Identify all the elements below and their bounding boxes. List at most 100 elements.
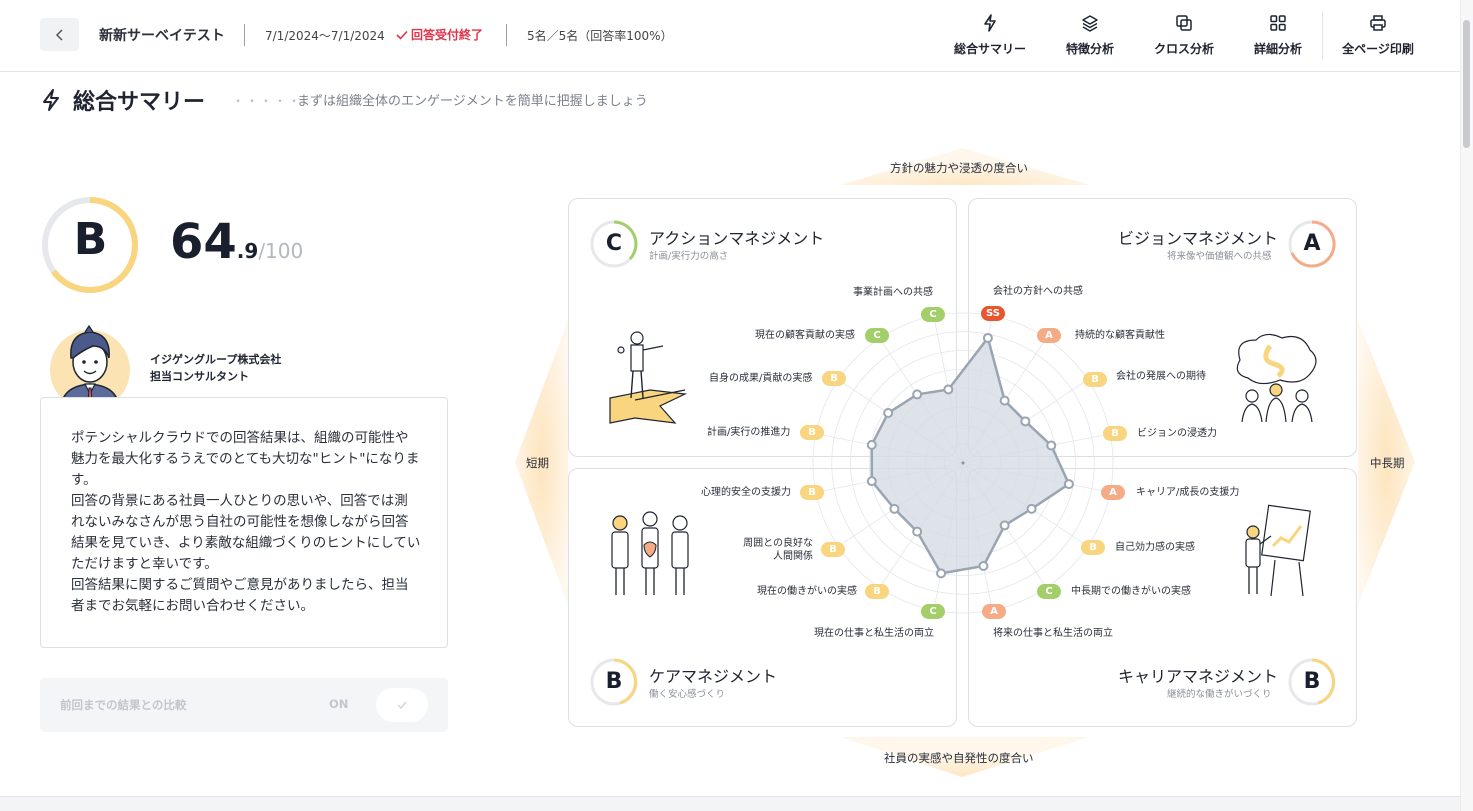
consultant-message-box: ポテンシャルクラウドでの回答結果は、組織の可能性や魅力を最大化するうえでのとても… bbox=[40, 397, 448, 648]
message-paragraph: 回答結果に関するご質問やご意見がありましたら、担当者までお気軽にお問い合わせくだ… bbox=[71, 577, 409, 614]
survey-name: 新新サーベイテスト bbox=[99, 28, 225, 44]
radar-point[interactable] bbox=[866, 476, 877, 487]
check-icon bbox=[396, 30, 408, 40]
radar-grade-badge: A bbox=[982, 604, 1006, 619]
radar-label: 周囲との良好な人間関係 bbox=[743, 538, 813, 562]
nav-features[interactable]: 特徴分析 bbox=[1064, 14, 1116, 60]
bolt-icon bbox=[984, 14, 996, 32]
radar-point[interactable] bbox=[912, 389, 923, 400]
care-title: ケアマネジメント bbox=[649, 667, 778, 686]
title-dots: ・・・・・ bbox=[232, 94, 303, 108]
status-text: 回答受付終了 bbox=[411, 28, 484, 42]
radar-label: 事業計画への共感 bbox=[853, 287, 933, 298]
radar-label: 自己効力感の実感 bbox=[1115, 542, 1195, 553]
layers-icon bbox=[1082, 15, 1098, 32]
overall-score: 64.9/100 bbox=[170, 214, 303, 270]
radar-point[interactable] bbox=[982, 332, 993, 343]
overall-grade: B bbox=[73, 214, 108, 265]
radar-label: 自身の成果/貢献の実感 bbox=[709, 373, 813, 384]
radar-point[interactable] bbox=[936, 568, 947, 579]
radar-grade-badge: C bbox=[865, 328, 889, 343]
axis-label-right: 中長期 bbox=[1370, 456, 1405, 470]
radar-center bbox=[961, 461, 965, 465]
radar-label: 現在の顧客貢献の実感 bbox=[755, 330, 855, 341]
radar-grade-badge: B bbox=[865, 584, 889, 599]
radar-point[interactable] bbox=[1020, 416, 1031, 427]
radar-point[interactable] bbox=[866, 439, 877, 450]
career-subtitle: 継続的な働きがいづくり bbox=[1167, 689, 1272, 700]
score-max: /100 bbox=[258, 239, 304, 263]
radar-point[interactable] bbox=[1046, 440, 1057, 451]
radar-grade-badge: A bbox=[1037, 328, 1061, 343]
printer-icon bbox=[1370, 15, 1386, 31]
radar-point[interactable] bbox=[978, 560, 989, 571]
overlap-squares-icon bbox=[1176, 15, 1192, 31]
radar-point[interactable] bbox=[1026, 503, 1037, 514]
vision-title: ビジョンマネジメント bbox=[1118, 229, 1279, 248]
consultant-message: ポテンシャルクラウドでの回答結果は、組織の可能性や魅力を最大化するうえでのとても… bbox=[71, 428, 421, 617]
back-button[interactable] bbox=[40, 18, 79, 51]
compare-previous-row: 前回までの結果との比較 ON bbox=[40, 678, 448, 732]
nav-label: 全ページ印刷 bbox=[1342, 42, 1414, 56]
radar-point[interactable] bbox=[1063, 479, 1074, 490]
scrollbar-thumb[interactable] bbox=[1463, 20, 1470, 148]
grid-icon bbox=[1270, 15, 1286, 31]
header-divider bbox=[244, 24, 245, 46]
survey-period: 7/1/2024〜7/1/2024 bbox=[265, 29, 385, 43]
chevron-left-icon bbox=[55, 28, 63, 41]
radar-label: 中長期での働きがいの実感 bbox=[1071, 586, 1191, 597]
check-icon bbox=[397, 701, 407, 710]
axis-label-bottom: 社員の実感や自発性の度合い bbox=[884, 751, 1034, 765]
radar-label: ビジョンの浸透力 bbox=[1137, 428, 1217, 439]
radar-point[interactable] bbox=[999, 520, 1010, 531]
score-integer: 64 bbox=[170, 214, 237, 270]
bolt-icon bbox=[43, 89, 59, 111]
radar-grade-badge: B bbox=[1081, 540, 1105, 555]
care-grade: B bbox=[605, 669, 623, 694]
nav-detail[interactable]: 詳細分析 bbox=[1252, 14, 1304, 60]
compare-state: ON bbox=[329, 697, 349, 711]
message-paragraph: 回答の背景にある社員一人ひとりの思いや、回答では測れないみなさんが思う自社の可能… bbox=[71, 493, 421, 572]
nav-label: 総合サマリー bbox=[953, 42, 1026, 56]
radar-label: 現在の仕事と私生活の両立 bbox=[814, 628, 934, 639]
radar-label: 会社の発展への期待 bbox=[1116, 371, 1206, 382]
career-illustration bbox=[1245, 504, 1311, 597]
axis-label-top: 方針の魅力や浸透の度合い bbox=[890, 161, 1028, 175]
page-title: 総合サマリー bbox=[73, 90, 206, 115]
radar-label: 将来の仕事と私生活の両立 bbox=[993, 628, 1113, 639]
compare-label: 前回までの結果との比較 bbox=[60, 698, 187, 712]
radar-grade-badge: B bbox=[1083, 372, 1107, 387]
nav-print-all[interactable]: 全ページ印刷 bbox=[1340, 14, 1416, 60]
career-grade: B bbox=[1303, 669, 1321, 694]
radar-point[interactable] bbox=[999, 395, 1010, 406]
radar-label: キャリア/成長の支援力 bbox=[1136, 487, 1240, 498]
radar-label: 心理的安全の支援力 bbox=[701, 487, 791, 498]
vision-grade: A bbox=[1303, 231, 1321, 256]
radar-point[interactable] bbox=[889, 503, 900, 514]
vision-illustration bbox=[1236, 333, 1317, 423]
radar-grade-badge: B bbox=[800, 425, 824, 440]
nav-summary[interactable]: 総合サマリー bbox=[953, 14, 1027, 60]
radar-grade-badge: C bbox=[921, 307, 945, 322]
radar-label: 会社の方針への共感 bbox=[993, 286, 1083, 297]
consultant-role: 担当コンサルタント bbox=[150, 370, 249, 383]
vision-subtitle: 将来像や価値観への共感 bbox=[1167, 251, 1272, 262]
radar-point[interactable] bbox=[912, 526, 923, 537]
compare-toggle[interactable] bbox=[376, 688, 428, 722]
action-illustration bbox=[609, 331, 688, 424]
header-divider bbox=[506, 24, 507, 46]
axis-label-left: 短期 bbox=[526, 456, 549, 470]
header: 新新サーベイテスト 7/1/2024〜7/1/2024 回答受付終了 5名／5名… bbox=[0, 0, 1460, 72]
radar-label: 現在の働きがいの実感 bbox=[757, 586, 857, 597]
company-name: イジゲングループ株式会社 bbox=[150, 353, 282, 366]
status-badge: 回答受付終了 bbox=[396, 26, 483, 43]
radar-point[interactable] bbox=[883, 407, 894, 418]
nav-divider bbox=[1322, 11, 1323, 59]
nav-label: 詳細分析 bbox=[1253, 42, 1302, 56]
nav-cross[interactable]: クロス分析 bbox=[1153, 14, 1215, 60]
radar-grade-badge: B bbox=[800, 485, 824, 500]
radar-grade-badge: SS bbox=[981, 306, 1005, 321]
radar-label: 計画/実行の推進力 bbox=[707, 427, 791, 438]
radar-point[interactable] bbox=[943, 384, 954, 395]
action-subtitle: 計画/実行力の高さ bbox=[649, 251, 729, 262]
